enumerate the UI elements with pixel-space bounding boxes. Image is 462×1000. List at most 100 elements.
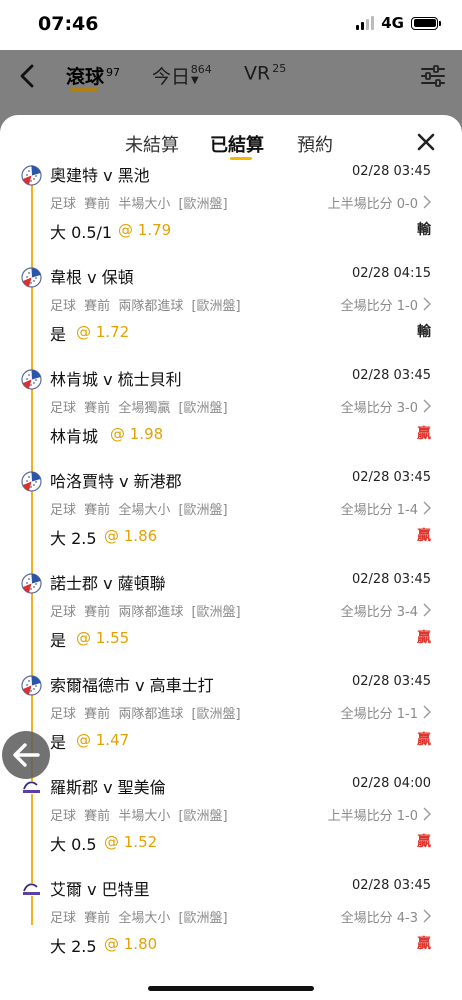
chevron-right-icon[interactable] xyxy=(423,195,431,209)
bet-result: 贏 xyxy=(417,936,431,952)
match-date: 02/28 03:45 xyxy=(351,878,431,893)
bet-record[interactable]: 奧建特 v 黑池 02/28 03:45 足球 賽前 半場大小 [歐洲盤] 上半場比分… xyxy=(0,165,462,267)
match-teams: 諾士郡 v 薩頓聯 xyxy=(50,574,166,593)
chevron-right-icon[interactable] xyxy=(423,807,431,821)
bet-odds: @ 1.80 xyxy=(104,935,158,953)
chevron-right-icon[interactable] xyxy=(423,501,431,515)
bet-odds: @ 1.47 xyxy=(76,731,130,749)
soccer-ball-icon xyxy=(21,471,42,492)
top-header: 滾球 97 今日▼864 VR 25 xyxy=(0,50,462,120)
bet-selection: 大 2.5 xyxy=(50,529,97,548)
bet-record[interactable]: 哈洛賈特 v 新港郡 02/28 03:45 足球 賽前 全場大小 [歐洲盤] 全場比… xyxy=(0,470,462,573)
bet-info: 足球 賽前 半場大小 [歐洲盤] xyxy=(50,809,228,824)
bet-selection: 大 0.5 xyxy=(50,835,97,854)
settled-tab-indicator xyxy=(230,157,252,160)
bet-record[interactable]: 諾士郡 v 薩頓聯 02/28 03:45 足球 賽前 兩隊都進球 [歐洲盤] 全場比… xyxy=(0,572,462,675)
bet-list[interactable]: 奧建特 v 黑池 02/28 03:45 足球 賽前 半場大小 [歐洲盤] 上半場比分… xyxy=(0,165,462,965)
bet-info: 足球 賽前 兩隊都進球 [歐洲盤] xyxy=(50,605,241,620)
chevron-right-icon[interactable] xyxy=(423,705,431,719)
match-score: 全場比分 4-3 xyxy=(340,911,418,926)
bet-selection: 是 xyxy=(50,325,67,344)
status-bar: 07:46 4G xyxy=(0,0,462,50)
bet-odds: @ 1.72 xyxy=(76,323,130,341)
settlement-tabs: 未結算 已結算 預約 xyxy=(0,115,462,171)
soccer-ball-icon xyxy=(21,675,42,696)
network-label: 4G xyxy=(381,14,404,32)
tab-today[interactable]: 今日▼864 xyxy=(152,62,222,89)
close-icon[interactable] xyxy=(416,132,436,152)
bet-odds: @ 1.98 xyxy=(110,425,164,443)
bet-odds: @ 1.86 xyxy=(104,527,158,545)
back-arrow-icon[interactable] xyxy=(14,62,42,90)
match-teams: 羅斯郡 v 聖美倫 xyxy=(50,778,166,797)
match-teams: 韋根 v 保頓 xyxy=(50,268,134,287)
match-teams: 奧建特 v 黑池 xyxy=(50,166,150,185)
bet-selection: 林肯城 xyxy=(50,427,99,446)
tab-live[interactable]: 滾球 97 xyxy=(66,62,120,89)
bet-info: 足球 賽前 半場大小 [歐洲盤] xyxy=(50,197,228,212)
tab-live-count: 97 xyxy=(106,65,121,79)
bet-result: 贏 xyxy=(417,528,431,544)
bet-result: 贏 xyxy=(417,630,431,646)
bet-odds: @ 1.79 xyxy=(118,221,172,239)
tab-settled[interactable]: 已結算 xyxy=(210,131,264,157)
chevron-right-icon[interactable] xyxy=(423,399,431,413)
match-date: 02/28 03:45 xyxy=(351,674,431,689)
bet-info: 足球 賽前 全場大小 [歐洲盤] xyxy=(50,911,228,926)
match-teams: 艾爾 v 巴特里 xyxy=(50,880,150,899)
floating-back-button[interactable] xyxy=(2,731,50,779)
active-tab-indicator xyxy=(70,88,98,92)
match-date: 02/28 03:45 xyxy=(351,165,431,179)
home-indicator xyxy=(148,986,314,991)
match-date: 02/28 03:45 xyxy=(351,572,431,587)
bet-odds: @ 1.52 xyxy=(104,833,158,851)
tab-unsettled[interactable]: 未結算 xyxy=(125,131,179,157)
match-date: 02/28 03:45 xyxy=(351,470,431,485)
bet-result: 贏 xyxy=(417,426,431,442)
signal-icon xyxy=(356,16,375,30)
tab-today-count: 864 xyxy=(190,62,212,76)
bet-record[interactable]: 艾爾 v 巴特里 02/28 03:45 足球 賽前 全場大小 [歐洲盤] 全場比分 … xyxy=(0,878,462,965)
match-score: 上半場比分 0-0 xyxy=(327,197,418,212)
soccer-ball-icon xyxy=(21,267,42,288)
filter-sliders-icon[interactable] xyxy=(420,64,446,88)
bet-info: 足球 賽前 全場獨贏 [歐洲盤] xyxy=(50,401,228,416)
bet-info: 足球 賽前 全場大小 [歐洲盤] xyxy=(50,503,228,518)
chevron-right-icon[interactable] xyxy=(423,603,431,617)
bet-selection: 大 0.5/1 xyxy=(50,223,113,242)
bet-info: 足球 賽前 兩隊都進球 [歐洲盤] xyxy=(50,707,241,722)
bet-odds: @ 1.55 xyxy=(76,629,130,647)
chevron-right-icon[interactable] xyxy=(423,909,431,923)
match-date: 02/28 03:45 xyxy=(351,368,431,383)
tab-vr-count: 25 xyxy=(272,62,287,75)
status-time: 07:46 xyxy=(38,13,99,35)
league-cinch-logo-icon xyxy=(21,777,42,798)
battery-icon xyxy=(411,16,441,30)
left-arrow-icon xyxy=(13,743,40,767)
bet-result: 輸 xyxy=(417,222,431,238)
match-teams: 林肯城 v 梳士貝利 xyxy=(50,370,182,389)
match-score: 全場比分 1-4 xyxy=(340,503,418,518)
bet-record[interactable]: 韋根 v 保頓 02/28 04:15 足球 賽前 兩隊都進球 [歐洲盤] 全場比分 … xyxy=(0,266,462,369)
soccer-ball-icon xyxy=(21,369,42,390)
chevron-right-icon[interactable] xyxy=(423,297,431,311)
bet-record[interactable]: 林肯城 v 梳士貝利 02/28 03:45 足球 賽前 全場獨贏 [歐洲盤] 全場比… xyxy=(0,368,462,471)
bet-record[interactable]: 索爾福德市 v 高車士打 02/28 03:45 足球 賽前 兩隊都進球 [歐洲盤]… xyxy=(0,674,462,777)
bet-info: 足球 賽前 兩隊都進球 [歐洲盤] xyxy=(50,299,241,314)
match-teams: 哈洛賈特 v 新港郡 xyxy=(50,472,182,491)
tab-vr[interactable]: VR 25 xyxy=(244,62,286,84)
match-score: 全場比分 3-0 xyxy=(340,401,418,416)
soccer-ball-icon xyxy=(21,573,42,594)
match-score: 全場比分 1-0 xyxy=(340,299,418,314)
bet-selection: 大 2.5 xyxy=(50,937,97,956)
bet-record[interactable]: 羅斯郡 v 聖美倫 02/28 04:00 足球 賽前 半場大小 [歐洲盤] 上半場比… xyxy=(0,776,462,879)
tab-reserved[interactable]: 預約 xyxy=(297,131,333,157)
bet-result: 贏 xyxy=(417,834,431,850)
bet-selection: 是 xyxy=(50,733,67,752)
match-date: 02/28 04:15 xyxy=(351,266,431,281)
match-score: 上半場比分 1-0 xyxy=(327,809,418,824)
bet-result: 輸 xyxy=(417,324,431,340)
match-score: 全場比分 3-4 xyxy=(340,605,418,620)
match-date: 02/28 04:00 xyxy=(351,776,431,791)
match-teams: 索爾福德市 v 高車士打 xyxy=(50,676,214,695)
